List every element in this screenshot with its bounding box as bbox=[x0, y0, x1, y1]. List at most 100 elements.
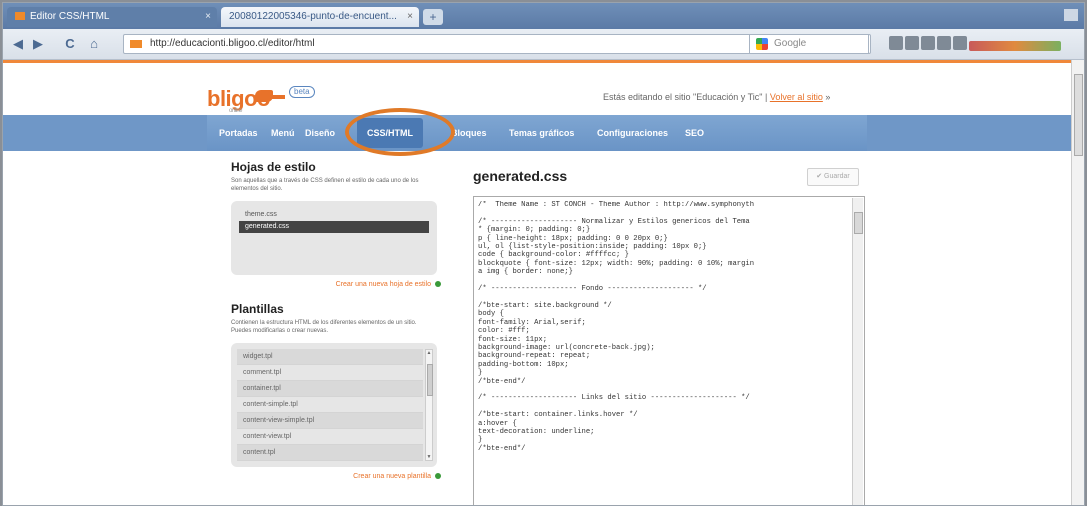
list-item-selected[interactable]: generated.css bbox=[239, 221, 429, 233]
code-line[interactable]: font-size: 11px; bbox=[478, 336, 850, 344]
extension-icon[interactable] bbox=[953, 36, 967, 50]
code-text[interactable]: /* Theme Name : ST CONCH - Theme Author … bbox=[478, 201, 850, 453]
scroll-down-icon[interactable]: ▼ bbox=[426, 454, 432, 460]
highlight-circle bbox=[345, 108, 455, 156]
code-line[interactable]: padding-bottom: 10px; bbox=[478, 361, 850, 369]
add-stylesheet-link[interactable]: Crear una nueva hoja de estilo bbox=[231, 281, 441, 288]
code-line[interactable]: a img { border: none;} bbox=[478, 268, 850, 276]
accent-line bbox=[3, 60, 1084, 63]
list-item[interactable]: widget.tpl bbox=[237, 349, 423, 365]
url-text: http://educacionti.bligoo.cl/editor/html bbox=[150, 38, 315, 49]
code-line[interactable]: a:hover { bbox=[478, 420, 850, 428]
bligoo-favicon-icon bbox=[15, 12, 25, 21]
template-list: widget.tpl comment.tpl container.tpl con… bbox=[231, 343, 437, 467]
stylesheets-title: Hojas de estilo bbox=[231, 160, 316, 174]
stylesheets-desc: Son aquellas que a través de CSS definen… bbox=[231, 178, 419, 192]
brand-subtext: online bbox=[229, 108, 243, 114]
code-line[interactable] bbox=[478, 386, 850, 394]
add-icon bbox=[435, 473, 441, 480]
code-line[interactable]: /* -------------------- Fondo ----------… bbox=[478, 285, 850, 293]
code-line[interactable]: body { bbox=[478, 310, 850, 318]
code-line[interactable]: /*bte-end*/ bbox=[478, 445, 850, 453]
close-icon[interactable]: × bbox=[205, 7, 211, 27]
code-line[interactable]: /* -------------------- Normalizar y Est… bbox=[478, 218, 850, 226]
home-button[interactable]: ⌂ bbox=[85, 35, 103, 53]
code-line[interactable]: /*bte-start: container.links.hover */ bbox=[478, 411, 850, 419]
page-scrollbar[interactable] bbox=[1071, 60, 1084, 505]
extension-icon[interactable] bbox=[889, 36, 903, 50]
code-line[interactable] bbox=[478, 277, 850, 285]
menu-item-bloques[interactable]: Bloques bbox=[451, 115, 487, 151]
search-input[interactable]: Google bbox=[749, 34, 869, 54]
page-content: bligoo online beta Estás editando el sit… bbox=[3, 60, 1084, 505]
tab-editor[interactable]: Editor CSS/HTML × bbox=[7, 7, 217, 27]
code-editor[interactable]: /* Theme Name : ST CONCH - Theme Author … bbox=[473, 196, 865, 505]
code-line[interactable]: code { background-color: #ffffcc; } bbox=[478, 251, 850, 259]
scroll-thumb[interactable] bbox=[1074, 74, 1083, 156]
add-template-link[interactable]: Crear una nueva plantilla bbox=[231, 473, 441, 480]
code-line[interactable]: color: #fff; bbox=[478, 327, 850, 335]
list-item[interactable]: content.tpl bbox=[237, 445, 423, 461]
templates-desc: Contienen la estructura HTML de los dife… bbox=[231, 320, 417, 334]
code-line[interactable]: background-repeat: repeat; bbox=[478, 352, 850, 360]
navigation-bar: ◀ ▶ C ⌂ http://educacionti.bligoo.cl/edi… bbox=[3, 29, 1084, 60]
code-line[interactable]: font-family: Arial,serif; bbox=[478, 319, 850, 327]
code-line[interactable]: text-decoration: underline; bbox=[478, 428, 850, 436]
site-favicon-icon bbox=[130, 40, 142, 48]
menu-item-portadas[interactable]: Portadas bbox=[219, 115, 258, 151]
tab-label: Editor CSS/HTML bbox=[30, 11, 110, 22]
menu-item-temas-graficos[interactable]: Temas gráficos bbox=[509, 115, 574, 151]
extension-toolbar bbox=[889, 36, 1063, 52]
tab-label: 20080122005346-punto-de-encuent... bbox=[229, 11, 397, 22]
code-line[interactable] bbox=[478, 209, 850, 217]
list-item[interactable]: comment.tpl bbox=[237, 365, 423, 381]
menu-item-configuraciones[interactable]: Configuraciones bbox=[597, 115, 668, 151]
add-stylesheet-label: Crear una nueva hoja de estilo bbox=[335, 281, 431, 288]
code-line[interactable]: background-image: url(concrete-back.jpg)… bbox=[478, 344, 850, 352]
list-item[interactable]: content-view.tpl bbox=[237, 429, 423, 445]
code-line[interactable]: * {margin: 0; padding: 0;} bbox=[478, 226, 850, 234]
extension-icon[interactable] bbox=[905, 36, 919, 50]
templates-title: Plantillas bbox=[231, 302, 284, 316]
bligoo-bird-icon bbox=[255, 86, 285, 106]
code-line[interactable]: /* -------------------- Links del sitio … bbox=[478, 394, 850, 402]
code-line[interactable]: ul, ol {list-style-position:inside; padd… bbox=[478, 243, 850, 251]
new-tab-button[interactable]: + bbox=[423, 9, 443, 25]
save-button[interactable]: ✔ Guardar bbox=[807, 168, 859, 186]
extension-icon[interactable] bbox=[921, 36, 935, 50]
code-line[interactable]: /*bte-end*/ bbox=[478, 378, 850, 386]
code-line[interactable] bbox=[478, 403, 850, 411]
left-panel: Hojas de estilo Son aquellas que a travé… bbox=[231, 160, 441, 480]
code-line[interactable]: /* Theme Name : ST CONCH - Theme Author … bbox=[478, 201, 850, 209]
menu-item-diseno[interactable]: Diseño bbox=[305, 115, 335, 151]
return-to-site-link[interactable]: Volver al sitio bbox=[770, 92, 823, 102]
browser-window: Editor CSS/HTML × 20080122005346-punto-d… bbox=[2, 2, 1085, 506]
forward-button[interactable]: ▶ bbox=[29, 35, 47, 53]
code-line[interactable] bbox=[478, 293, 850, 301]
menu-item-seo[interactable]: SEO bbox=[685, 115, 704, 151]
list-item[interactable]: theme.css bbox=[239, 209, 429, 221]
list-item[interactable]: container.tpl bbox=[237, 381, 423, 397]
back-button[interactable]: ◀ bbox=[9, 35, 27, 53]
scroll-thumb[interactable] bbox=[854, 212, 863, 234]
code-line[interactable]: /*bte-start: site.background */ bbox=[478, 302, 850, 310]
close-icon[interactable]: × bbox=[407, 7, 413, 27]
file-title: generated.css bbox=[473, 168, 568, 184]
code-line[interactable]: } bbox=[478, 436, 850, 444]
code-line[interactable]: p { line-height: 18px; padding: 0 0 20px… bbox=[478, 235, 850, 243]
window-control-icon[interactable] bbox=[1064, 9, 1078, 21]
scroll-thumb[interactable] bbox=[427, 364, 433, 396]
extension-bar-icon[interactable] bbox=[969, 40, 1061, 51]
code-line[interactable]: } bbox=[478, 369, 850, 377]
code-line[interactable]: blockquote { font-size: 12px; width: 90%… bbox=[478, 260, 850, 268]
add-icon bbox=[435, 281, 441, 288]
extension-icon[interactable] bbox=[937, 36, 951, 50]
reload-button[interactable]: C bbox=[61, 35, 79, 53]
tab-image[interactable]: 20080122005346-punto-de-encuent... × bbox=[221, 7, 419, 27]
list-item[interactable]: content-simple.tpl bbox=[237, 397, 423, 413]
menu-item-menu[interactable]: Menú bbox=[271, 115, 295, 151]
scroll-up-icon[interactable]: ▲ bbox=[426, 350, 432, 356]
template-list-scrollbar[interactable]: ▲ ▼ bbox=[425, 349, 433, 461]
editor-scrollbar[interactable] bbox=[852, 198, 863, 505]
list-item[interactable]: content-view-simple.tpl bbox=[237, 413, 423, 429]
